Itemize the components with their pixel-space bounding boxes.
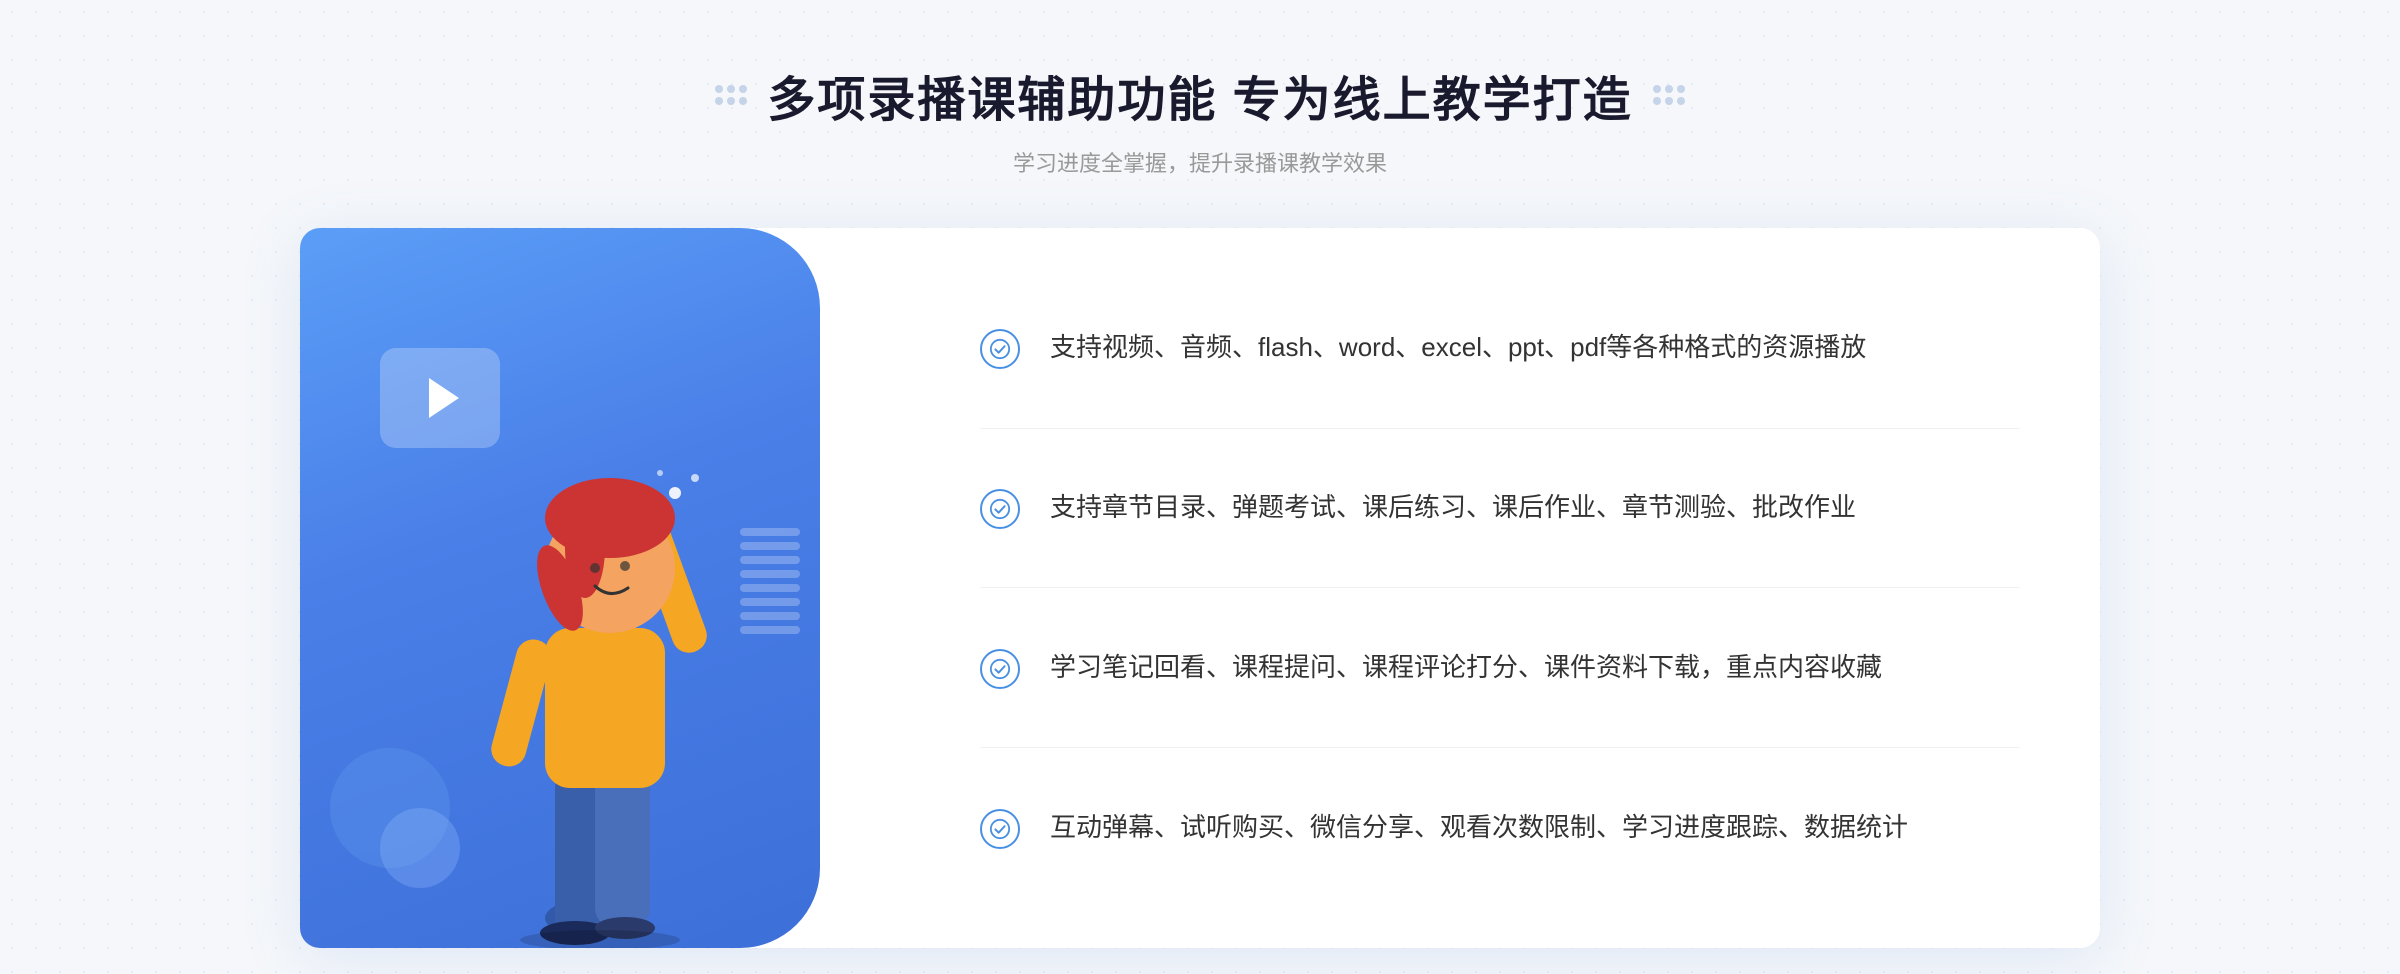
main-title: 多项录播课辅助功能 专为线上教学打造 bbox=[767, 60, 1632, 130]
feature-item-4: 互动弹幕、试听购买、微信分享、观看次数限制、学习进度跟踪、数据统计 bbox=[980, 787, 2020, 869]
feature-text-1: 支持视频、音频、flash、word、excel、ppt、pdf等各种格式的资源… bbox=[1050, 327, 1866, 369]
left-chevrons-icon: » bbox=[320, 570, 340, 606]
left-illustration-section: » bbox=[300, 228, 880, 948]
header-section: 多项录播课辅助功能 专为线上教学打造 学习进度全掌握，提升录播课教学效果 bbox=[715, 60, 1684, 178]
feature-text-4: 互动弹幕、试听购买、微信分享、观看次数限制、学习进度跟踪、数据统计 bbox=[1050, 807, 1908, 849]
right-features-section: 支持视频、音频、flash、word、excel、ppt、pdf等各种格式的资源… bbox=[880, 228, 2100, 948]
feature-item-1: 支持视频、音频、flash、word、excel、ppt、pdf等各种格式的资源… bbox=[980, 307, 2020, 389]
check-icon-3 bbox=[980, 649, 1020, 689]
divider-2 bbox=[980, 587, 2020, 588]
feature-text-3: 学习笔记回看、课程提问、课程评论打分、课件资料下载，重点内容收藏 bbox=[1050, 647, 1882, 689]
divider-1 bbox=[980, 428, 2020, 429]
page-wrapper: 多项录播课辅助功能 专为线上教学打造 学习进度全掌握，提升录播课教学效果 » bbox=[0, 0, 2400, 974]
feature-text-2: 支持章节目录、弹题考试、课后练习、课后作业、章节测验、批改作业 bbox=[1050, 487, 1856, 529]
person-illustration bbox=[400, 348, 780, 948]
feature-item-3: 学习笔记回看、课程提问、课程评论打分、课件资料下载，重点内容收藏 bbox=[980, 627, 2020, 709]
divider-3 bbox=[980, 747, 2020, 748]
header-decorators: 多项录播课辅助功能 专为线上教学打造 bbox=[715, 60, 1684, 130]
feature-item-2: 支持章节目录、弹题考试、课后练习、课后作业、章节测验、批改作业 bbox=[980, 467, 2020, 549]
check-icon-2 bbox=[980, 489, 1020, 529]
check-icon-4 bbox=[980, 809, 1020, 849]
content-card: » bbox=[300, 228, 2100, 948]
right-decorator-dots bbox=[1653, 85, 1685, 105]
left-decorator-dots bbox=[715, 85, 747, 105]
subtitle: 学习进度全掌握，提升录播课教学效果 bbox=[715, 146, 1684, 178]
check-icon-1 bbox=[980, 329, 1020, 369]
